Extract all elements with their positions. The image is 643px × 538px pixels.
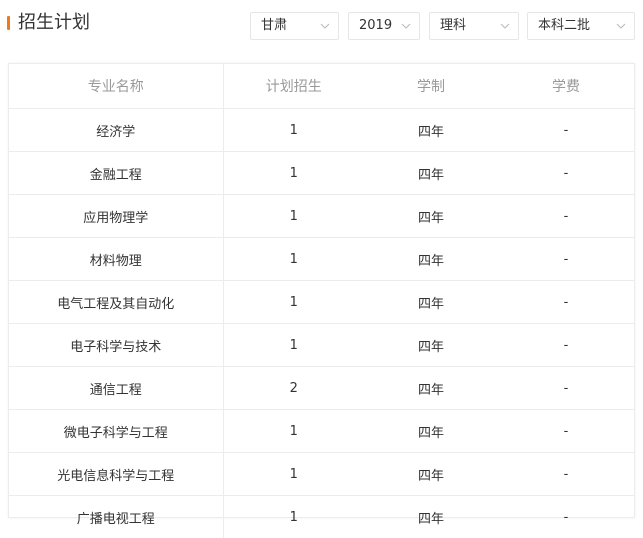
column-header-tuition: 学费 — [498, 64, 634, 109]
table-row: 光电信息科学与工程 1 四年 - — [9, 453, 634, 496]
duration-cell: 四年 — [364, 238, 498, 281]
plan-cell: 1 — [223, 281, 364, 324]
year-select-value: 2019 — [359, 18, 392, 33]
province-select[interactable]: 甘肃 — [250, 12, 339, 40]
major-cell: 金融工程 — [9, 152, 223, 195]
table-row: 广播电视工程 1 四年 - — [9, 496, 634, 538]
table-row: 电气工程及其自动化 1 四年 - — [9, 281, 634, 324]
plan-cell: 1 — [223, 410, 364, 453]
tuition-cell: - — [498, 453, 634, 496]
plan-cell: 1 — [223, 238, 364, 281]
major-cell: 微电子科学与工程 — [9, 410, 223, 453]
batch-select-value: 本科二批 — [538, 18, 590, 33]
plan-cell: 1 — [223, 109, 364, 152]
major-cell: 经济学 — [9, 109, 223, 152]
title-accent-bar — [7, 16, 10, 30]
plan-cell: 1 — [223, 496, 364, 538]
tuition-cell: - — [498, 410, 634, 453]
tuition-cell: - — [498, 109, 634, 152]
year-select[interactable]: 2019 — [348, 12, 420, 40]
duration-cell: 四年 — [364, 109, 498, 152]
subject-select[interactable]: 理科 — [429, 12, 519, 40]
duration-cell: 四年 — [364, 152, 498, 195]
major-cell: 通信工程 — [9, 367, 223, 410]
major-cell: 广播电视工程 — [9, 496, 223, 538]
major-cell: 光电信息科学与工程 — [9, 453, 223, 496]
table-row: 经济学 1 四年 - — [9, 109, 634, 152]
plan-cell: 1 — [223, 324, 364, 367]
table-header-row: 专业名称 计划招生 学制 学费 — [9, 64, 634, 109]
chevron-down-icon — [616, 21, 626, 31]
column-header-plan: 计划招生 — [223, 64, 364, 109]
duration-cell: 四年 — [364, 281, 498, 324]
table-row: 微电子科学与工程 1 四年 - — [9, 410, 634, 453]
table-row: 电子科学与技术 1 四年 - — [9, 324, 634, 367]
table-row: 金融工程 1 四年 - — [9, 152, 634, 195]
header: 招生计划 甘肃 2019 理科 本科二批 — [0, 0, 643, 50]
major-cell: 材料物理 — [9, 238, 223, 281]
duration-cell: 四年 — [364, 496, 498, 538]
column-header-duration: 学制 — [364, 64, 498, 109]
column-header-major: 专业名称 — [9, 64, 223, 109]
subject-select-value: 理科 — [440, 18, 466, 33]
plan-cell: 2 — [223, 367, 364, 410]
enrollment-plan-table: 专业名称 计划招生 学制 学费 经济学 1 四年 - 金融工程 1 四年 - 应… — [8, 63, 635, 518]
duration-cell: 四年 — [364, 453, 498, 496]
table-row: 材料物理 1 四年 - — [9, 238, 634, 281]
major-cell: 电气工程及其自动化 — [9, 281, 223, 324]
chevron-down-icon — [401, 21, 411, 31]
tuition-cell: - — [498, 496, 634, 538]
duration-cell: 四年 — [364, 195, 498, 238]
page-title: 招生计划 — [18, 10, 90, 36]
table-row: 通信工程 2 四年 - — [9, 367, 634, 410]
batch-select[interactable]: 本科二批 — [527, 12, 635, 40]
major-cell: 电子科学与技术 — [9, 324, 223, 367]
chevron-down-icon — [320, 21, 330, 31]
tuition-cell: - — [498, 152, 634, 195]
duration-cell: 四年 — [364, 324, 498, 367]
tuition-cell: - — [498, 195, 634, 238]
tuition-cell: - — [498, 324, 634, 367]
tuition-cell: - — [498, 238, 634, 281]
chevron-down-icon — [500, 21, 510, 31]
duration-cell: 四年 — [364, 410, 498, 453]
table-row: 应用物理学 1 四年 - — [9, 195, 634, 238]
tuition-cell: - — [498, 281, 634, 324]
major-cell: 应用物理学 — [9, 195, 223, 238]
duration-cell: 四年 — [364, 367, 498, 410]
plan-cell: 1 — [223, 195, 364, 238]
plan-cell: 1 — [223, 453, 364, 496]
tuition-cell: - — [498, 367, 634, 410]
plan-cell: 1 — [223, 152, 364, 195]
province-select-value: 甘肃 — [261, 18, 287, 33]
